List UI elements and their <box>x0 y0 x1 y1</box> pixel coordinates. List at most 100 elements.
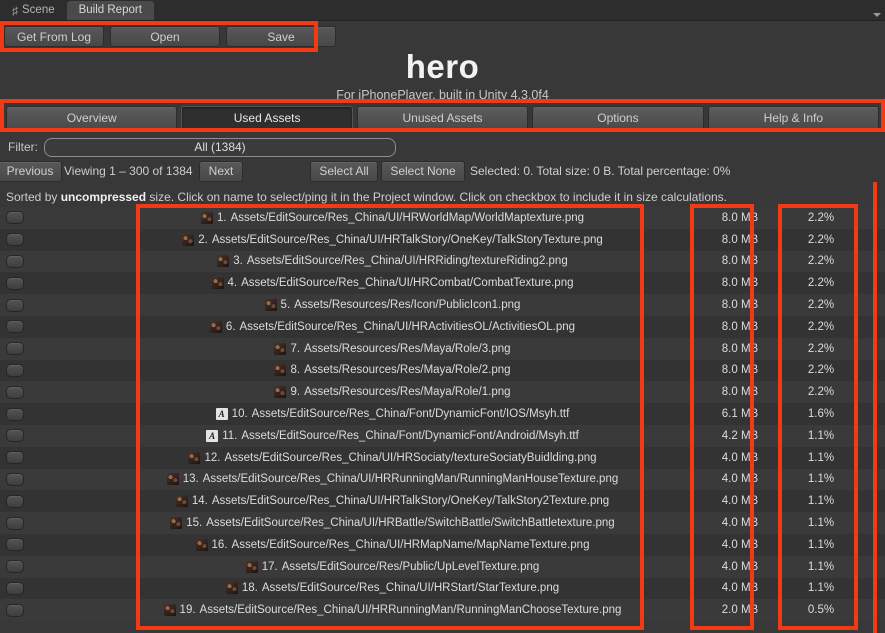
editor-tab-scene[interactable]: ♯ Scene <box>0 1 67 20</box>
include-checkbox[interactable] <box>6 233 24 246</box>
include-checkbox[interactable] <box>6 364 24 377</box>
include-checkbox[interactable] <box>6 538 24 551</box>
asset-name-cell[interactable]: 18.Assets/EditSource/Res_China/UI/HRStar… <box>140 578 645 600</box>
previous-button[interactable]: Previous <box>0 161 62 182</box>
table-row[interactable]: 13.Assets/EditSource/Res_China/UI/HRRunn… <box>0 469 885 491</box>
asset-percentage-cell: 2.2% <box>782 294 860 316</box>
include-checkbox[interactable] <box>6 408 24 421</box>
tab-options[interactable]: Options <box>532 106 703 130</box>
asset-path-label: Assets/EditSource/Res_China/UI/HRRiding/… <box>247 255 568 267</box>
tab-unused-assets[interactable]: Unused Assets <box>357 106 528 130</box>
asset-name-cell[interactable]: 5.Assets/Resources/Res/Icon/PublicIcon1.… <box>140 294 645 316</box>
include-checkbox[interactable] <box>6 429 24 442</box>
select-all-button[interactable]: Select All <box>310 161 378 182</box>
asset-name-cell[interactable]: 19.Assets/EditSource/Res_China/UI/HRRunn… <box>140 599 645 621</box>
row-checkbox-cell <box>0 429 30 442</box>
table-row[interactable]: A11.Assets/EditSource/Res_China/Font/Dyn… <box>0 425 885 447</box>
asset-size-cell: 8.0 MB <box>700 316 780 338</box>
filter-label: Filter: <box>8 140 38 154</box>
asset-name-cell[interactable]: A11.Assets/EditSource/Res_China/Font/Dyn… <box>140 425 645 447</box>
asset-percentage-cell: 1.1% <box>782 490 860 512</box>
table-row[interactable]: 15.Assets/EditSource/Res_China/UI/HRBatt… <box>0 512 885 534</box>
asset-name-cell[interactable]: 8.Assets/Resources/Res/Maya/Role/2.png <box>140 360 645 382</box>
asset-name-cell[interactable]: 9.Assets/Resources/Res/Maya/Role/1.png <box>140 381 645 403</box>
asset-name-cell[interactable]: 17.Assets/EditSource/Res/Public/UpLevelT… <box>140 556 645 578</box>
get-from-log-button[interactable]: Get From Log <box>4 26 104 47</box>
tab-help-info[interactable]: Help & Info <box>708 106 879 130</box>
asset-percentage-cell: 2.2% <box>782 251 860 273</box>
texture-thumb-icon <box>210 321 222 333</box>
table-row[interactable]: A10.Assets/EditSource/Res_China/Font/Dyn… <box>0 403 885 425</box>
asset-size-cell: 4.0 MB <box>700 490 780 512</box>
asset-list[interactable]: 1.Assets/EditSource/Res_China/UI/HRWorld… <box>0 207 885 633</box>
include-checkbox[interactable] <box>6 604 24 617</box>
include-checkbox[interactable] <box>6 517 24 530</box>
table-row[interactable]: 18.Assets/EditSource/Res_China/UI/HRStar… <box>0 578 885 600</box>
include-checkbox[interactable] <box>6 342 24 355</box>
sort-note: Sorted by uncompressed size. Click on na… <box>6 190 727 204</box>
tab-used-assets[interactable]: Used Assets <box>181 106 352 130</box>
asset-name-cell[interactable]: 13.Assets/EditSource/Res_China/UI/HRRunn… <box>140 469 645 491</box>
row-checkbox-cell <box>0 386 30 399</box>
include-checkbox[interactable] <box>6 386 24 399</box>
row-checkbox-cell <box>0 364 30 377</box>
select-none-button[interactable]: Select None <box>381 161 465 182</box>
row-checkbox-cell <box>0 560 30 573</box>
asset-percentage-cell: 1.1% <box>782 578 860 600</box>
include-checkbox[interactable] <box>6 473 24 486</box>
asset-index-label: 7. <box>290 343 300 355</box>
next-button[interactable]: Next <box>199 161 243 182</box>
asset-name-cell[interactable]: 7.Assets/Resources/Res/Maya/Role/3.png <box>140 338 645 360</box>
include-checkbox[interactable] <box>6 211 24 224</box>
asset-path-label: Assets/EditSource/Res_China/UI/HRTalkSto… <box>212 495 609 507</box>
asset-name-cell[interactable]: A10.Assets/EditSource/Res_China/Font/Dyn… <box>140 403 645 425</box>
table-row[interactable]: 1.Assets/EditSource/Res_China/UI/HRWorld… <box>0 207 885 229</box>
asset-path-label: Assets/Resources/Res/Icon/PublicIcon1.pn… <box>294 299 520 311</box>
asset-size-cell: 8.0 MB <box>700 229 780 251</box>
table-row[interactable]: 19.Assets/EditSource/Res_China/UI/HRRunn… <box>0 599 885 621</box>
asset-name-cell[interactable]: 2.Assets/EditSource/Res_China/UI/HRTalkS… <box>140 229 645 251</box>
row-checkbox-cell <box>0 408 30 421</box>
save-button[interactable]: Save <box>226 26 336 47</box>
asset-name-cell[interactable]: 4.Assets/EditSource/Res_China/UI/HRComba… <box>140 272 645 294</box>
table-row[interactable]: 8.Assets/Resources/Res/Maya/Role/2.png8.… <box>0 360 885 382</box>
asset-name-cell[interactable]: 14.Assets/EditSource/Res_China/UI/HRTalk… <box>140 490 645 512</box>
table-row[interactable]: 14.Assets/EditSource/Res_China/UI/HRTalk… <box>0 490 885 512</box>
texture-thumb-icon <box>170 517 182 529</box>
filter-dropdown[interactable]: All (1384) <box>44 138 396 157</box>
include-checkbox[interactable] <box>6 277 24 290</box>
asset-name-cell[interactable]: 16.Assets/EditSource/Res_China/UI/HRMapN… <box>140 534 645 556</box>
include-checkbox[interactable] <box>6 451 24 464</box>
page-subtitle: For iPhonePlayer, built in Unity 4.3.0f4 <box>0 88 885 102</box>
asset-index-label: 11. <box>222 430 237 442</box>
asset-path-label: Assets/EditSource/Res_China/UI/HRRunning… <box>203 473 619 485</box>
table-row[interactable]: 5.Assets/Resources/Res/Icon/PublicIcon1.… <box>0 294 885 316</box>
sort-note-suffix: size. Click on name to select/ping it in… <box>146 190 727 204</box>
open-button[interactable]: Open <box>110 26 220 47</box>
table-row[interactable]: 12.Assets/EditSource/Res_China/UI/HRSoci… <box>0 447 885 469</box>
asset-name-cell[interactable]: 6.Assets/EditSource/Res_China/UI/HRActiv… <box>140 316 645 338</box>
table-row[interactable]: 9.Assets/Resources/Res/Maya/Role/1.png8.… <box>0 381 885 403</box>
table-row[interactable]: 2.Assets/EditSource/Res_China/UI/HRTalkS… <box>0 229 885 251</box>
include-checkbox[interactable] <box>6 255 24 268</box>
table-row[interactable]: 4.Assets/EditSource/Res_China/UI/HRComba… <box>0 272 885 294</box>
include-checkbox[interactable] <box>6 320 24 333</box>
table-row[interactable]: 7.Assets/Resources/Res/Maya/Role/3.png8.… <box>0 338 885 360</box>
asset-name-cell[interactable]: 3.Assets/EditSource/Res_China/UI/HRRidin… <box>140 251 645 273</box>
asset-name-cell[interactable]: 15.Assets/EditSource/Res_China/UI/HRBatt… <box>140 512 645 534</box>
table-row[interactable]: 3.Assets/EditSource/Res_China/UI/HRRidin… <box>0 251 885 273</box>
editor-tab-build-report[interactable]: Build Report <box>67 1 154 20</box>
table-row[interactable]: 6.Assets/EditSource/Res_China/UI/HRActiv… <box>0 316 885 338</box>
asset-percentage-cell: 2.2% <box>782 272 860 294</box>
include-checkbox[interactable] <box>6 560 24 573</box>
chevron-down-icon[interactable] <box>873 13 881 17</box>
asset-name-cell[interactable]: 1.Assets/EditSource/Res_China/UI/HRWorld… <box>140 207 645 229</box>
table-row[interactable]: 17.Assets/EditSource/Res/Public/UpLevelT… <box>0 556 885 578</box>
include-checkbox[interactable] <box>6 582 24 595</box>
include-checkbox[interactable] <box>6 299 24 312</box>
table-row[interactable]: 16.Assets/EditSource/Res_China/UI/HRMapN… <box>0 534 885 556</box>
texture-thumb-icon <box>274 364 286 376</box>
asset-name-cell[interactable]: 12.Assets/EditSource/Res_China/UI/HRSoci… <box>140 447 645 469</box>
include-checkbox[interactable] <box>6 495 24 508</box>
tab-overview[interactable]: Overview <box>6 106 177 130</box>
